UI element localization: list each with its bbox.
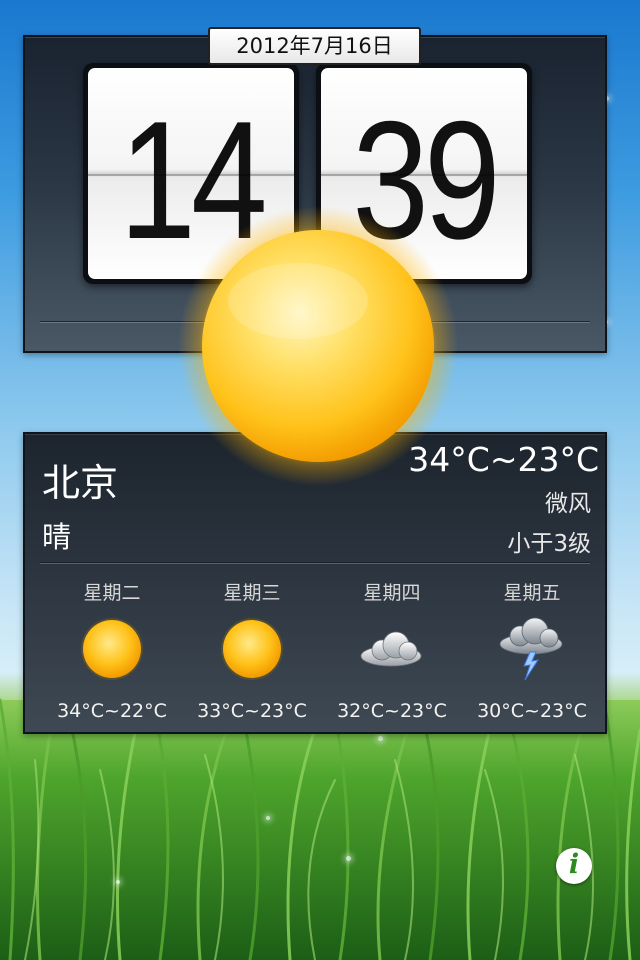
forecast-temp: 33°C~23°C [197, 700, 307, 722]
forecast-temp: 30°C~23°C [477, 700, 587, 722]
forecast-weekday: 星期二 [83, 582, 141, 604]
city-name: 北京 [42, 461, 119, 505]
forecast-day: 星期三 33°C~23°C [182, 574, 322, 724]
forecast-temp: 32°C~23°C [337, 700, 447, 722]
wind-direction: 微风 [545, 491, 591, 517]
forecast-day: 星期五 30°C~23°C [462, 574, 602, 724]
firefly-sparkle [378, 736, 383, 741]
forecast-weekday: 星期三 [223, 582, 281, 604]
firefly-sparkle [116, 880, 120, 884]
sun-icon [81, 618, 143, 680]
date-label: 2012年7月16日 [208, 27, 421, 65]
wind-level: 小于3级 [507, 531, 591, 557]
info-button[interactable]: i [556, 848, 592, 884]
thunderstorm-icon [499, 617, 563, 681]
current-condition: 晴 [42, 520, 72, 554]
forecast-day: 星期四 32°C~23°C [322, 574, 462, 724]
info-icon: i [568, 849, 580, 880]
weather-clock-screen: 2012年7月16日 14 39 北京 晴 34°C~23°C 微风 小于3级 … [0, 0, 640, 960]
firefly-sparkle [346, 856, 351, 861]
forecast-temp: 34°C~22°C [57, 700, 167, 722]
sun-icon [178, 206, 458, 486]
forecast-weekday: 星期四 [363, 582, 421, 604]
sun-icon [221, 618, 283, 680]
forecast-weekday: 星期五 [503, 582, 561, 604]
cloud-icon [360, 631, 422, 667]
weather-divider [40, 562, 590, 564]
forecast-day: 星期二 34°C~22°C [42, 574, 182, 724]
firefly-sparkle [266, 816, 270, 820]
